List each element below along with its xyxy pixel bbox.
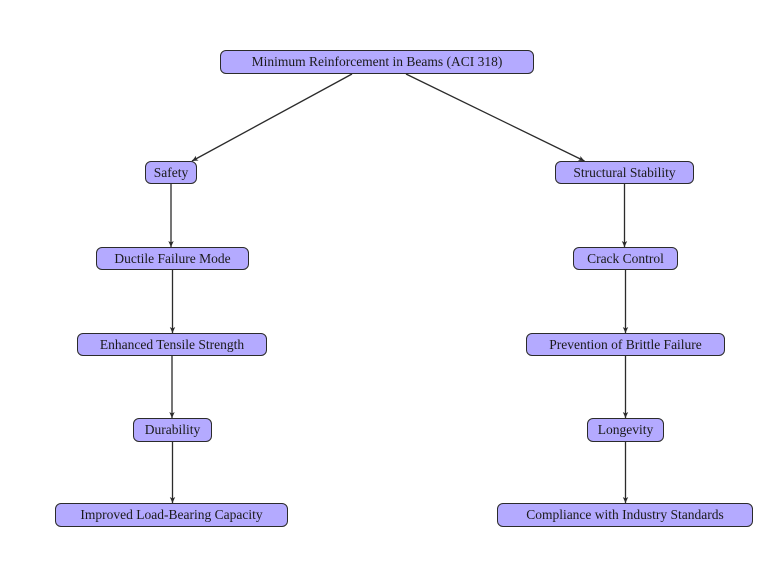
- node-longevity: Longevity: [587, 418, 664, 442]
- node-crack-control: Crack Control: [573, 247, 678, 270]
- node-ductile-failure-mode: Ductile Failure Mode: [96, 247, 249, 270]
- node-improved-load-bearing-capacity: Improved Load-Bearing Capacity: [55, 503, 288, 527]
- node-durability: Durability: [133, 418, 212, 442]
- edge-root-to-stability: [405, 73, 585, 162]
- node-prevention-of-brittle-failure: Prevention of Brittle Failure: [526, 333, 725, 356]
- edge-root-to-safety: [191, 73, 353, 162]
- node-safety: Safety: [145, 161, 197, 184]
- node-enhanced-tensile-strength: Enhanced Tensile Strength: [77, 333, 267, 356]
- reinforcement-tree-diagram: Minimum Reinforcement in Beams (ACI 318)…: [0, 0, 768, 573]
- node-compliance-with-industry-standards: Compliance with Industry Standards: [497, 503, 753, 527]
- edges-layer: [168, 73, 629, 503]
- node-structural-stability: Structural Stability: [555, 161, 694, 184]
- node-root: Minimum Reinforcement in Beams (ACI 318): [220, 50, 534, 74]
